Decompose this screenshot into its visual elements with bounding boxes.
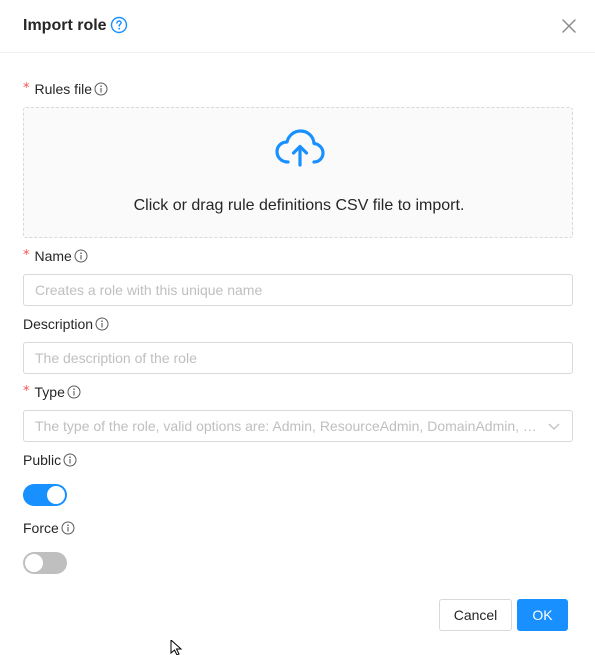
cancel-button[interactable]: Cancel <box>439 599 512 631</box>
description-placeholder: The description of the role <box>35 350 197 366</box>
type-placeholder: The type of the role, valid options are:… <box>35 418 541 434</box>
close-icon[interactable] <box>559 16 579 36</box>
rules-file-label: * Rules file <box>23 80 108 98</box>
name-label: * Name <box>23 247 88 265</box>
info-circle-icon[interactable] <box>67 385 81 399</box>
name-label-text: Name <box>34 248 72 264</box>
name-placeholder: Creates a role with this unique name <box>35 282 263 298</box>
rules-file-label-text: Rules file <box>34 81 93 97</box>
cloud-upload-icon <box>275 129 325 167</box>
info-circle-icon[interactable] <box>95 317 109 331</box>
public-label: Public <box>23 451 77 469</box>
ok-button[interactable]: OK <box>517 599 568 631</box>
mouse-cursor-icon <box>170 640 183 655</box>
public-label-text: Public <box>23 452 62 468</box>
description-label: Description <box>23 315 109 333</box>
type-select[interactable]: The type of the role, valid options are:… <box>23 410 573 442</box>
toggle-knob <box>25 554 43 572</box>
force-label-text: Force <box>23 520 59 536</box>
type-label-text: Type <box>34 384 65 400</box>
force-label: Force <box>23 519 75 537</box>
required-mark: * <box>23 384 30 399</box>
import-role-dialog: Import role * Rules file Click or drag r… <box>0 0 595 655</box>
rules-file-dropzone[interactable]: Click or drag rule definitions CSV file … <box>23 107 573 238</box>
required-mark: * <box>23 248 30 263</box>
toggle-knob <box>47 486 65 504</box>
force-toggle[interactable] <box>23 552 67 574</box>
description-input[interactable]: The description of the role <box>23 342 573 374</box>
public-toggle[interactable] <box>23 484 67 506</box>
info-circle-icon[interactable] <box>63 453 77 467</box>
type-label: * Type <box>23 383 81 401</box>
description-label-text: Description <box>23 316 94 332</box>
dropzone-text: Click or drag rule definitions CSV file … <box>133 197 465 214</box>
info-circle-icon[interactable] <box>94 82 108 96</box>
info-circle-icon[interactable] <box>74 249 88 263</box>
required-mark: * <box>23 81 30 96</box>
dialog-title: Import role <box>23 17 107 34</box>
name-input[interactable]: Creates a role with this unique name <box>23 274 573 306</box>
info-circle-icon[interactable] <box>61 521 75 535</box>
chevron-down-icon <box>548 423 560 430</box>
dialog-header: Import role <box>0 0 595 53</box>
question-circle-icon[interactable] <box>110 16 128 34</box>
